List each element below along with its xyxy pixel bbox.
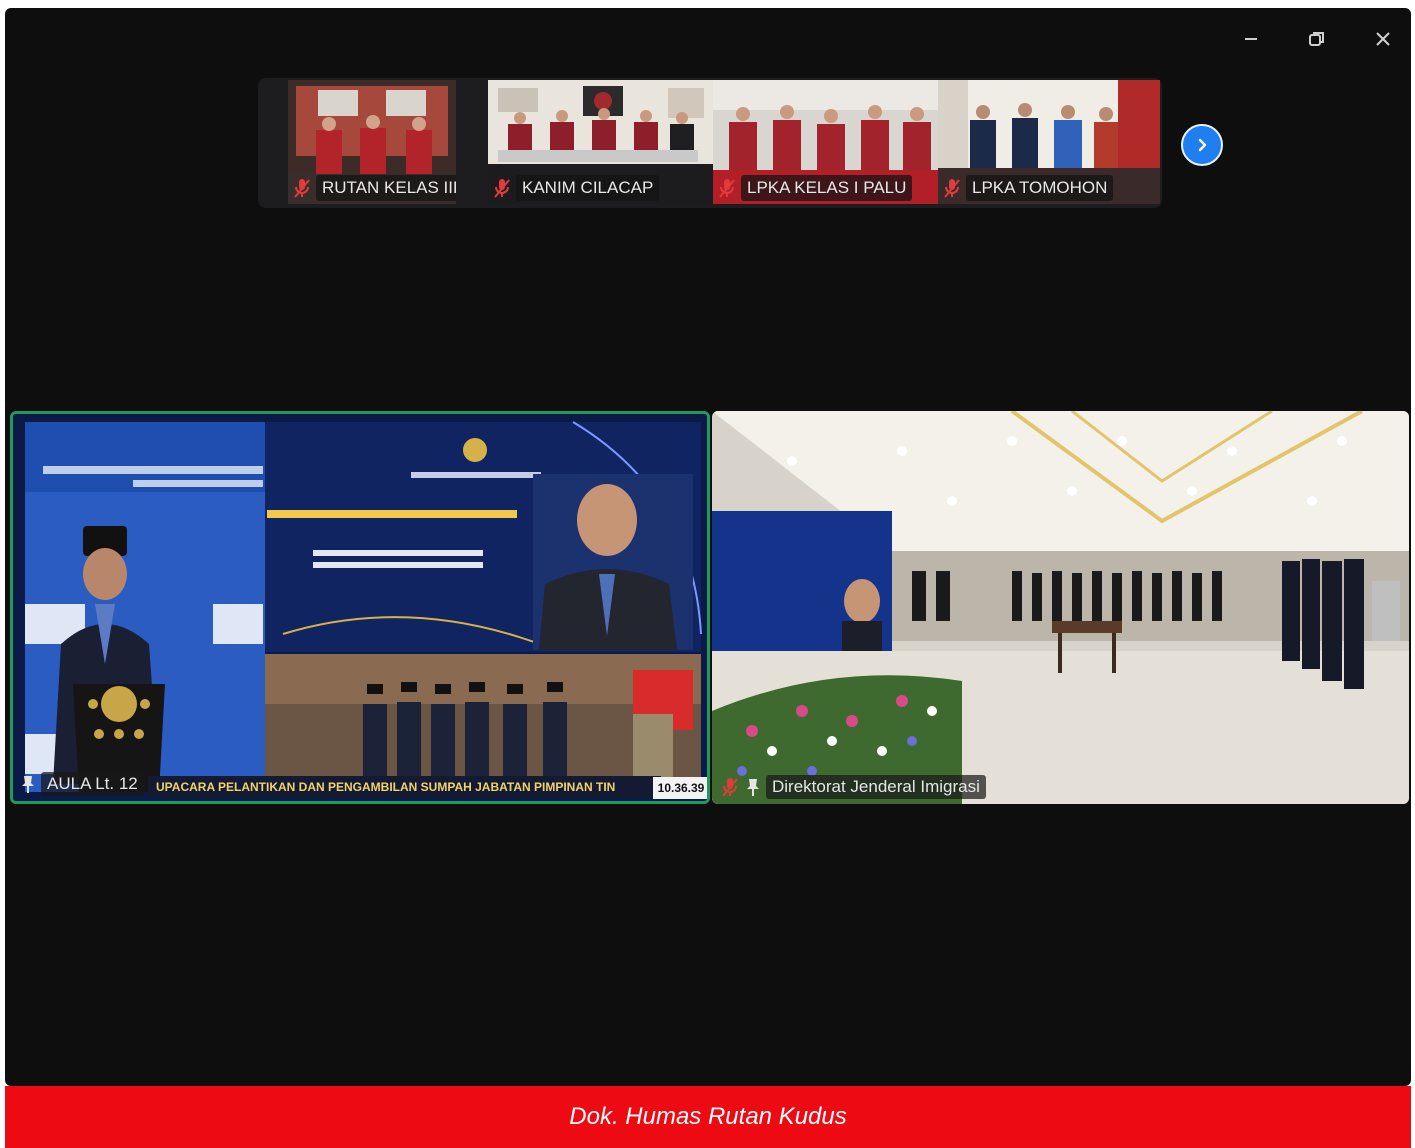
- thumbnail-label-bar: KANIM CILACAP: [488, 172, 713, 204]
- broadcast-video: [13, 414, 707, 801]
- photo-caption: Dok. Humas Rutan Kudus: [569, 1103, 847, 1130]
- thumbnail-label: KANIM CILACAP: [516, 175, 660, 201]
- participant-thumbnail[interactable]: KANIM CILACAP: [488, 80, 713, 204]
- active-speaker-tile[interactable]: AULA Lt. 12 UPACARA PELANTIKAN DAN PENGA…: [10, 411, 710, 804]
- participant-name: AULA Lt. 12: [41, 772, 144, 796]
- participant-thumbnail[interactable]: RUTAN KELAS IIB KU...: [288, 80, 456, 204]
- participant-thumbnail[interactable]: LPKA TOMOHON: [938, 80, 1160, 204]
- broadcast-clock: 10.36.39: [653, 777, 707, 799]
- restore-icon[interactable]: [1297, 26, 1337, 52]
- broadcast-ticker: UPACARA PELANTIKAN DAN PENGAMBILAN SUMPA…: [148, 776, 661, 798]
- minimize-icon[interactable]: [1231, 26, 1271, 52]
- tile-name-bar: AULA Lt. 12: [21, 771, 144, 797]
- window-controls: [1231, 26, 1403, 52]
- mic-off-icon: [719, 179, 735, 198]
- participant-tile[interactable]: Direktorat Jenderal Imigrasi: [712, 411, 1409, 804]
- participant-thumbnail[interactable]: LPKA KELAS I PALU: [713, 80, 938, 204]
- caption-bar: Dok. Humas Rutan Kudus: [5, 1086, 1411, 1148]
- thumbnail-label-bar: RUTAN KELAS IIB KU...: [288, 172, 456, 204]
- chevron-right-icon: [1198, 138, 1207, 152]
- thumbnail-label-bar: LPKA TOMOHON: [938, 172, 1160, 204]
- pin-icon: [747, 779, 759, 796]
- next-page-button[interactable]: [1181, 124, 1223, 166]
- participant-name: Direktorat Jenderal Imigrasi: [766, 775, 986, 799]
- thumbnail-label: LPKA KELAS I PALU: [741, 175, 913, 201]
- meeting-window: RUTAN KELAS IIB KU... KANIM CILACAP: [5, 8, 1411, 1086]
- pin-icon: [22, 776, 34, 793]
- thumbnail-label-bar: LPKA KELAS I PALU: [713, 172, 938, 204]
- mic-off-icon: [944, 179, 960, 198]
- close-icon[interactable]: [1363, 26, 1403, 52]
- ceremony-video: [712, 411, 1409, 804]
- participant-strip: RUTAN KELAS IIB KU... KANIM CILACAP: [258, 78, 1162, 208]
- thumbnail-label: RUTAN KELAS IIB KU...: [316, 175, 456, 201]
- mic-off-icon: [722, 778, 738, 797]
- thumbnail-label: LPKA TOMOHON: [966, 175, 1114, 201]
- mic-off-icon: [294, 179, 310, 198]
- mic-off-icon: [494, 179, 510, 198]
- tile-name-bar: Direktorat Jenderal Imigrasi: [720, 774, 986, 800]
